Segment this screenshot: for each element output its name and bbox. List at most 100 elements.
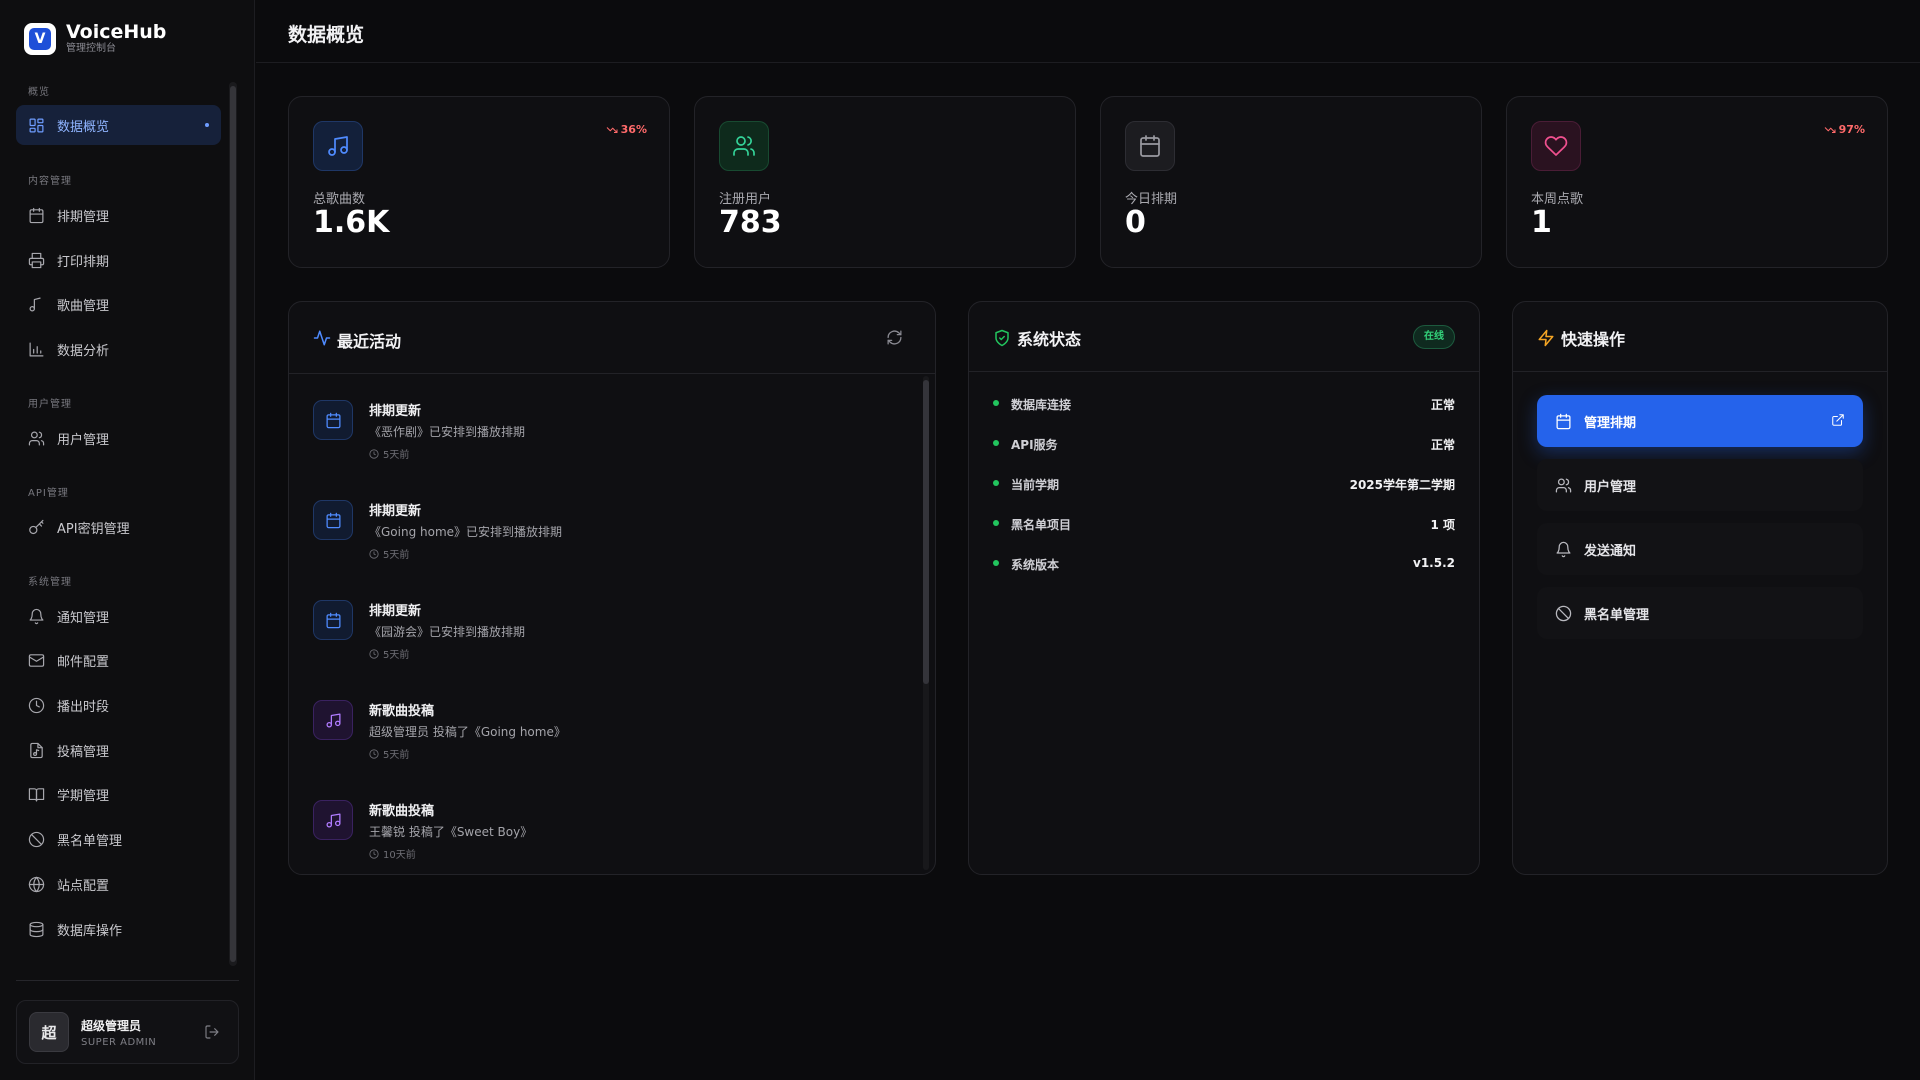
sidebar-item-site-config[interactable]: 站点配置: [16, 864, 221, 904]
stat-value: 0: [1125, 205, 1146, 240]
status-dot: [993, 400, 999, 406]
book-icon: [28, 787, 45, 801]
page-title: 数据概览: [288, 24, 365, 46]
status-key: 数据库连接: [1011, 398, 1072, 412]
refresh-button[interactable]: [886, 329, 903, 350]
user-profile[interactable]: 超 超级管理员 SUPER ADMIN: [16, 1000, 239, 1064]
dashboard-icon: [29, 118, 44, 132]
activity-type-icon: [313, 600, 353, 640]
brand[interactable]: V VoiceHub 管理控制台: [24, 22, 166, 55]
activity-time: 5天前: [369, 646, 409, 661]
zap-icon-wrap: [1537, 329, 1555, 351]
activity-item[interactable]: 排期更新 《园游会》已安排到播放排期 5天前: [313, 600, 913, 680]
activity-item[interactable]: 排期更新 《Going home》已安排到播放排期 5天前: [313, 500, 913, 580]
activity-time: 5天前: [369, 446, 409, 461]
brand-subtitle: 管理控制台: [66, 43, 116, 54]
calendar-icon: [29, 207, 44, 223]
sidebar-item-users[interactable]: 用户管理: [16, 418, 221, 458]
stat-card-today-schedule: 今日排期 0: [1100, 96, 1482, 268]
stat-card-total-songs: 36% 总歌曲数 1.6K: [288, 96, 670, 268]
sidebar-item-label: 打印排期: [57, 254, 110, 270]
activity-desc: 《恶作剧》已安排到播放排期: [369, 425, 526, 439]
activity-scrollbar[interactable]: [923, 376, 929, 870]
sidebar-item-label: 排期管理: [57, 209, 110, 225]
sidebar-item-label: 歌曲管理: [57, 298, 110, 314]
sidebar-item-print[interactable]: 打印排期: [16, 240, 221, 280]
activity-title: 排期更新: [369, 604, 422, 619]
sidebar-item-notifications[interactable]: 通知管理: [16, 596, 221, 636]
calendar-icon: [325, 412, 341, 428]
status-value: v1.5.2: [1413, 556, 1455, 570]
activity-time: 5天前: [369, 746, 409, 761]
user-management-button[interactable]: 用户管理: [1537, 459, 1863, 511]
music-icon: [325, 712, 341, 728]
sidebar-item-schedule[interactable]: 排期管理: [16, 195, 221, 235]
sidebar-item-label: 用户管理: [57, 432, 110, 448]
activity-title: 新歌曲投稿: [369, 804, 435, 819]
sidebar-item-blacklist[interactable]: 黑名单管理: [16, 819, 221, 859]
activity-scrollbar-thumb[interactable]: [923, 380, 929, 684]
system-status-panel: 系统状态 在线 数据库连接 正常 API服务 正常 当前学期 2025学年第二学…: [968, 301, 1480, 875]
section-label-users: 用户管理: [28, 399, 72, 410]
status-value: 正常: [1430, 438, 1455, 452]
bell-icon: [1556, 541, 1571, 557]
mail-icon: [28, 653, 45, 667]
sidebar-item-mail[interactable]: 邮件配置: [16, 640, 221, 680]
external-link-icon-wrap: [1831, 413, 1845, 431]
sidebar-item-database[interactable]: 数据库操作: [16, 909, 221, 949]
file-music-icon: [30, 742, 43, 758]
status-key: 当前学期: [1011, 478, 1060, 492]
sidebar-item-label: 数据分析: [57, 343, 110, 359]
blacklist-management-button[interactable]: 黑名单管理: [1537, 587, 1863, 639]
logo-letter: V: [29, 27, 51, 50]
sidebar-item-timeslots[interactable]: 播出时段: [16, 685, 221, 725]
avatar: 超: [29, 1012, 69, 1052]
section-label-api: API管理: [28, 488, 69, 499]
sidebar-item-semesters[interactable]: 学期管理: [16, 774, 221, 814]
panel-title: 最近活动: [337, 332, 402, 351]
user-name: 超级管理员: [81, 1018, 142, 1033]
activity-type-icon: [313, 400, 353, 440]
status-row-version: 系统版本 v1.5.2: [993, 554, 1455, 574]
heart-icon: [1544, 136, 1568, 156]
activity-time-text: 5天前: [383, 650, 410, 661]
status-value: 正常: [1430, 398, 1455, 412]
activity-item[interactable]: 新歌曲投稿 超级管理员 投稿了《Going home》 5天前: [313, 700, 913, 780]
sidebar-item-analytics[interactable]: 数据分析: [16, 329, 221, 369]
users-icon: [1555, 477, 1572, 493]
quick-action-label: 黑名单管理: [1584, 607, 1650, 623]
activity-desc: 超级管理员 投稿了《Going home》: [369, 725, 566, 739]
sidebar-scrollbar-thumb[interactable]: [230, 86, 236, 962]
sidebar-item-label: 播出时段: [57, 699, 110, 715]
sidebar-scrollbar[interactable]: [229, 82, 237, 966]
activity-item[interactable]: 新歌曲投稿 王馨锐 投稿了《Sweet Boy》 10天前: [313, 800, 913, 874]
activity-time-text: 5天前: [383, 450, 410, 461]
trend-value: 97%: [1838, 123, 1865, 136]
manage-schedule-button[interactable]: 管理排期: [1537, 395, 1863, 447]
sidebar-item-submissions[interactable]: 投稿管理: [16, 730, 221, 770]
music-icon: [328, 136, 348, 156]
sidebar-item-dashboard[interactable]: 数据概览: [16, 105, 221, 145]
printer-icon: [28, 252, 45, 268]
status-badge: 在线: [1413, 325, 1455, 349]
sidebar-item-songs[interactable]: 歌曲管理: [16, 284, 221, 324]
send-notification-button[interactable]: 发送通知: [1537, 523, 1863, 575]
quick-action-label: 发送通知: [1584, 543, 1637, 559]
sidebar-item-api-keys[interactable]: API密钥管理: [16, 507, 221, 547]
logout-icon: [205, 1025, 219, 1039]
shield-check-icon: [995, 329, 1009, 347]
activity-item[interactable]: 排期更新 《恶作剧》已安排到播放排期 5天前: [313, 400, 913, 480]
music-icon: [325, 812, 341, 828]
panel-title: 快速操作: [1561, 330, 1626, 349]
music-icon: [29, 297, 41, 311]
status-row-database: 数据库连接 正常: [993, 394, 1455, 414]
logout-button[interactable]: [204, 1024, 220, 1044]
quick-actions-panel: 快速操作 管理排期 用户管理 发送通知 黑名单管理: [1512, 301, 1888, 875]
stat-value: 1: [1531, 205, 1552, 240]
users-icon: [28, 431, 45, 445]
stat-value: 1.6K: [313, 205, 390, 240]
clock-icon: [28, 697, 45, 713]
zap-icon: [1538, 329, 1554, 347]
logo: V: [24, 22, 56, 55]
database-icon: [29, 921, 44, 937]
